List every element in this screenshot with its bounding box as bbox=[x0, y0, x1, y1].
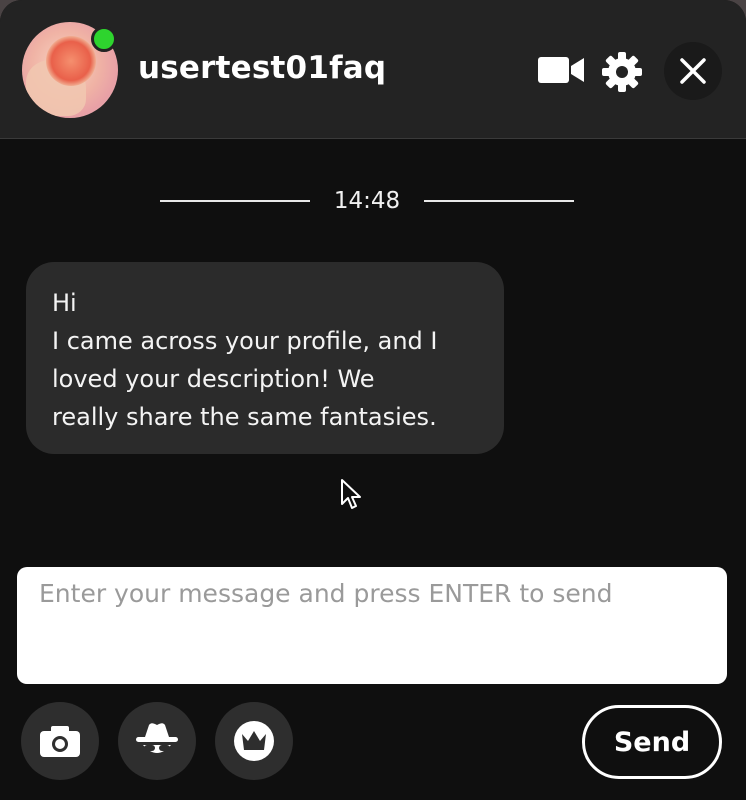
divider-line-right bbox=[423, 200, 574, 202]
mouse-pointer-icon bbox=[340, 478, 364, 512]
message-line: really share the same fantasies. bbox=[52, 403, 437, 431]
avatar-fruit-shape bbox=[46, 36, 96, 86]
send-button[interactable]: Send bbox=[582, 705, 722, 779]
video-camera-icon[interactable] bbox=[536, 52, 586, 88]
camera-button[interactable] bbox=[21, 702, 99, 780]
message-line: I came across your profile, and I bbox=[52, 327, 438, 355]
message-bubble: Hi I came across your profile, and I lov… bbox=[26, 262, 504, 454]
message-time: 14:48 bbox=[333, 188, 401, 214]
message-line: Hi bbox=[52, 289, 77, 317]
chat-header: usertest01faq bbox=[0, 0, 746, 139]
incognito-icon bbox=[136, 723, 178, 753]
crown-icon bbox=[234, 721, 274, 761]
message-line: loved your description! We bbox=[52, 365, 375, 393]
username[interactable]: usertest01faq bbox=[138, 50, 386, 86]
close-icon bbox=[680, 58, 706, 84]
online-status-indicator bbox=[91, 26, 117, 52]
time-divider: 14:48 bbox=[160, 186, 574, 216]
chat-window: usertest01faq 14:48 Hi I came across you… bbox=[0, 0, 746, 800]
gear-icon[interactable] bbox=[600, 50, 644, 94]
incognito-button[interactable] bbox=[118, 702, 196, 780]
message-input[interactable] bbox=[17, 567, 727, 684]
camera-icon bbox=[40, 726, 80, 757]
crown-button[interactable] bbox=[215, 702, 293, 780]
divider-line-left bbox=[160, 200, 310, 202]
close-button[interactable] bbox=[664, 42, 722, 100]
